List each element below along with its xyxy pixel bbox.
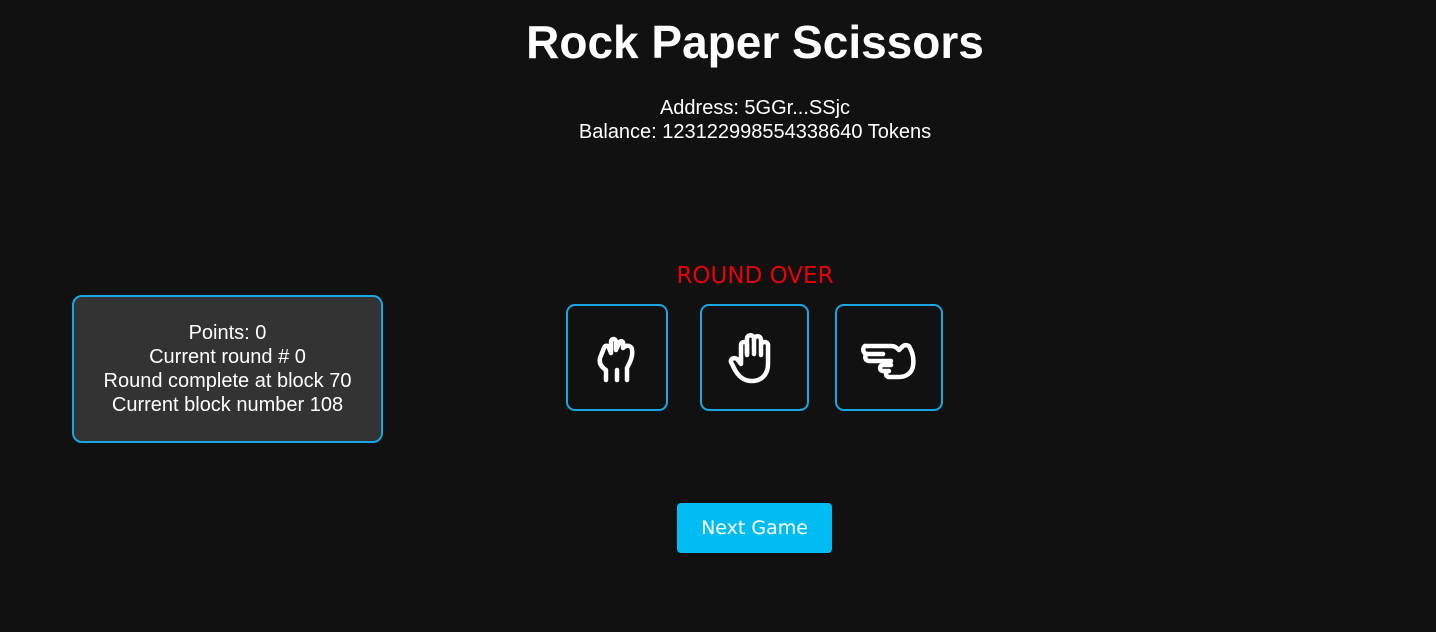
scissors-button[interactable] (835, 304, 943, 411)
current-block-text: Current block number 108 (111, 394, 344, 416)
round-complete-text: Round complete at block 70 (103, 370, 352, 392)
points-text: Points: 0 (188, 322, 267, 344)
page-title: Rock Paper Scissors (526, 16, 984, 68)
balance-text: Balance: 123122998554338640 Tokens (578, 121, 932, 143)
address-text: Address: 5GGr...SSjc (659, 97, 851, 119)
paper-button[interactable] (700, 304, 809, 411)
open-hand-icon (728, 331, 782, 385)
current-round-text: Current round # 0 (149, 346, 306, 368)
round-status: ROUND OVER (676, 263, 834, 289)
fist-icon (594, 330, 640, 386)
rock-button[interactable] (566, 304, 668, 411)
account-info: Address: 5GGr...SSjc Balance: 1231229985… (0, 96, 1436, 144)
stats-panel: Points: 0 Current round # 0 Round comple… (72, 295, 383, 443)
two-fingers-hand-icon (861, 336, 917, 380)
next-game-button[interactable]: Next Game (677, 503, 832, 553)
game-page: Rock Paper Scissors Address: 5GGr...SSjc… (0, 0, 1436, 632)
